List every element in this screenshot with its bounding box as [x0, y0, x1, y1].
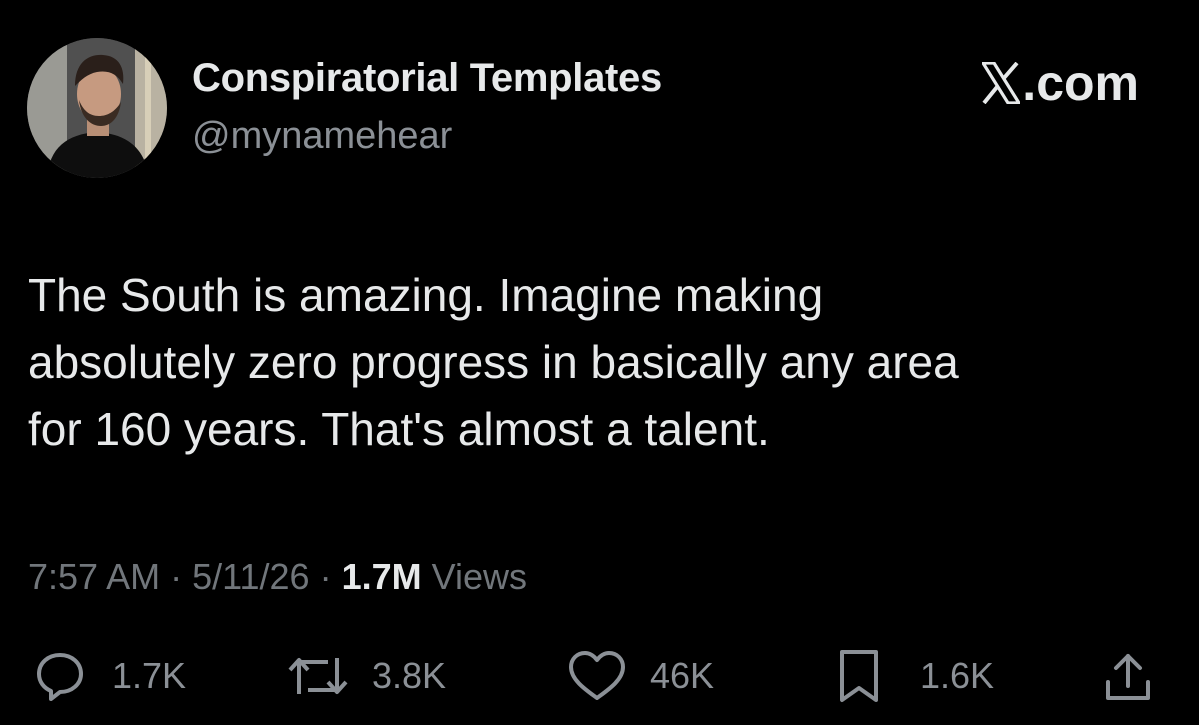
bookmark-icon — [840, 650, 878, 702]
site-brand: .com — [980, 54, 1139, 112]
tweet-text: The South is amazing. Imagine making abs… — [28, 262, 1148, 463]
heart-icon — [569, 651, 625, 700]
avatar[interactable] — [27, 38, 167, 178]
tweet-line: absolutely zero progress in basically an… — [28, 336, 959, 388]
tweet-meta: 7:57 AM · 5/11/26 · 1.7M Views — [28, 556, 527, 598]
like-count: 46K — [650, 655, 715, 696]
tweet-line: The South is amazing. Imagine making — [28, 269, 824, 321]
share-button[interactable] — [1100, 648, 1156, 704]
bookmark-count: 1.6K — [920, 655, 995, 696]
user-handle[interactable]: @mynamehear — [192, 115, 452, 158]
repost-count: 3.8K — [372, 655, 447, 696]
reply-icon — [37, 653, 83, 701]
like-button[interactable]: 46K — [566, 648, 714, 704]
reply-count: 1.7K — [112, 655, 187, 696]
tweet-line: for 160 years. That's almost a talent. — [28, 403, 770, 455]
profile-photo — [27, 38, 167, 178]
site-brand-suffix: .com — [1022, 55, 1139, 111]
x-logo-icon — [980, 58, 1023, 105]
bookmark-button[interactable]: 1.6K — [834, 648, 994, 704]
tweet-time[interactable]: 7:57 AM — [28, 556, 160, 597]
views-label: Views — [431, 556, 528, 597]
action-bar: 1.7K 3.8K 46K 1.6K — [0, 648, 1199, 708]
reply-button[interactable]: 1.7K — [32, 648, 186, 704]
meta-separator: · — [319, 556, 332, 597]
tweet-date[interactable]: 5/11/26 — [192, 556, 309, 597]
repost-button[interactable]: 3.8K — [286, 648, 446, 704]
display-name[interactable]: Conspiratorial Templates — [192, 56, 662, 101]
share-icon — [1106, 654, 1150, 700]
meta-separator: · — [170, 556, 183, 597]
views-count[interactable]: 1.7M — [342, 556, 422, 597]
repost-icon — [288, 658, 348, 694]
